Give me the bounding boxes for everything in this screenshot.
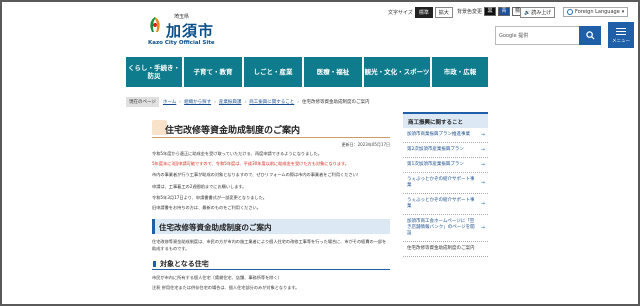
bg-color-label: 背景色変更 xyxy=(457,9,483,15)
nav-item-life[interactable]: くらし・手続き・防災 xyxy=(126,57,182,87)
nav-item-medical[interactable]: 医療・福祉 xyxy=(304,57,362,87)
main-content: 住宅改修等資金助成制度のご案内 更新日：2023年05月17日 令和5年度から適… xyxy=(152,118,390,291)
search-input[interactable] xyxy=(498,29,576,42)
nav-item-tourism[interactable]: 観光・文化・スポーツ xyxy=(364,57,430,87)
subsection-heading: 対象となる住宅 xyxy=(152,258,390,270)
breadcrumb-link-home[interactable]: ホーム xyxy=(163,99,176,105)
paragraph: 旧申請書をお持ちの方は、最新のものをご利用ください。 xyxy=(152,204,261,210)
site-search: Google 提供 xyxy=(495,26,601,45)
text-size-control: 文字サイズ 標準 拡大 xyxy=(388,7,453,18)
sidebar-link-current[interactable]: 住宅改修等資金助成制度のご案内 xyxy=(403,242,488,257)
paragraph: 注釈 併用住宅または併存住宅の場合は、個人住宅部分のみが対象となります。 xyxy=(152,284,300,290)
text-size-large-button[interactable]: 拡大 xyxy=(434,7,453,18)
logo-city-name: 加須市 xyxy=(166,22,215,40)
global-nav: くらし・手続き・防災 子育て・教育 しごと・産業 医療・福祉 観光・文化・スポー… xyxy=(126,57,488,87)
site-logo[interactable]: 埼玉県 加須市 Kazo City Official Site xyxy=(148,10,228,50)
paragraph: 住宅改修等資金助成制度は、市民の方が市内の施工業者により個人住宅の改修工事等を行… xyxy=(152,239,387,251)
text-size-standard-button[interactable]: 標準 xyxy=(414,7,433,18)
section-heading: 住宅改修等資金助成制度のご案内 xyxy=(152,219,390,234)
browser-viewport: 埼玉県 加須市 Kazo City Official Site 文字サイズ 標準… xyxy=(2,2,638,304)
arrow-right-icon: → xyxy=(480,225,485,231)
bg-blue-button[interactable]: 青 xyxy=(498,7,511,16)
speaker-icon: 🔊 xyxy=(524,9,531,16)
language-label: Foreign Language xyxy=(575,9,620,15)
search-button[interactable] xyxy=(579,26,601,45)
globe-icon xyxy=(567,9,573,15)
arrow-right-icon: → xyxy=(480,147,485,153)
hamburger-icon xyxy=(616,26,626,37)
bg-black-button[interactable]: 黒 xyxy=(484,7,497,16)
menu-button[interactable]: メニュー xyxy=(608,22,634,48)
sidebar-link[interactable]: 第1次加須市産業振興プラン → xyxy=(403,158,488,173)
nav-item-city-admin[interactable]: 市政・広報 xyxy=(432,57,488,87)
logo-prefecture: 埼玉県 xyxy=(174,14,190,20)
sidebar-link[interactable]: うぇぶっとかぞの紹介サポート事業 → xyxy=(403,194,488,215)
breadcrumb-link-category[interactable]: 商工振興に関すること xyxy=(249,99,294,105)
page-title: 住宅改修等資金助成制度のご案内 xyxy=(152,118,390,138)
nav-item-childcare[interactable]: 子育て・教育 xyxy=(184,57,242,87)
breadcrumb-link-org[interactable]: 組織から探す xyxy=(184,99,211,105)
read-aloud-button[interactable]: 🔊 読み上げ xyxy=(518,7,556,18)
chevron-down-icon: ▾ xyxy=(621,9,625,15)
language-selector[interactable]: Foreign Language ▾ xyxy=(563,7,629,17)
arrow-right-icon: → xyxy=(480,132,485,138)
logo-subtitle: Kazo City Official Site xyxy=(148,40,215,46)
breadcrumb-separator: › xyxy=(244,99,247,105)
paragraph: 市民が市内に所有する個人住宅（賃貸住宅、店舗、事務所等を除く） xyxy=(152,275,282,280)
paragraph: 市内の事業者が行う工事が助成の対象となりますので、ぜひリフォームの際は市内の事業… xyxy=(152,172,361,177)
nav-item-work[interactable]: しごと・産業 xyxy=(244,57,302,87)
breadcrumb: 現在のページ ホーム › 組織から探す › 産業振興課 › 商工振興に関すること… xyxy=(126,96,488,108)
text-size-label: 文字サイズ xyxy=(388,10,413,16)
city-emblem-icon xyxy=(150,17,160,32)
breadcrumb-separator: › xyxy=(179,99,182,105)
breadcrumb-separator: › xyxy=(214,99,216,105)
arrow-right-icon: → xyxy=(480,201,485,207)
sidebar: 商工振興に関すること 加須市商業振興プラン推進事業 → 第2次加須市産業振興プラン… xyxy=(403,112,488,257)
breadcrumb-separator: › xyxy=(297,99,300,105)
sidebar-link[interactable]: 加須市商業振興プラン推進事業 → xyxy=(403,128,488,143)
search-icon xyxy=(585,31,595,40)
sidebar-link[interactable]: 加須市商工会ホームページに「空き店舗情報バンク」のページを開設 → xyxy=(403,215,488,242)
breadcrumb-link-dept[interactable]: 産業振興課 xyxy=(219,99,242,105)
arrow-right-icon: → xyxy=(480,162,485,168)
read-aloud-label: 読み上げ xyxy=(531,10,552,16)
notice-paragraph: 5年度末に3回申請可能ですので、令和5年度は、平成30年度以前に助成金を受けた方… xyxy=(152,160,349,166)
paragraph: 令和5年3月17日より、申請書書式が一部変更となりました。 xyxy=(152,195,267,200)
arrow-right-icon: → xyxy=(480,180,485,186)
sidebar-link[interactable]: うぇぶっとかぞの紹介サポート事業 → xyxy=(403,173,488,194)
sidebar-heading: 商工振興に関すること xyxy=(403,112,488,128)
breadcrumb-current-label: 現在のページ xyxy=(126,97,159,107)
paragraph: 申請は、工事着工の2週間前までにお願いします。 xyxy=(152,183,247,189)
menu-label: メニュー xyxy=(612,38,630,44)
updated-date: 更新日：2023年05月17日 xyxy=(341,142,390,147)
sidebar-link[interactable]: 第2次加須市産業振興プラン → xyxy=(403,143,488,158)
paragraph: 令和5年度から適正に助成金を受け取っていただける、再度申請できるようになりました… xyxy=(152,151,322,156)
breadcrumb-current-page: 住宅改修等資金助成制度のご案内 xyxy=(302,100,370,105)
